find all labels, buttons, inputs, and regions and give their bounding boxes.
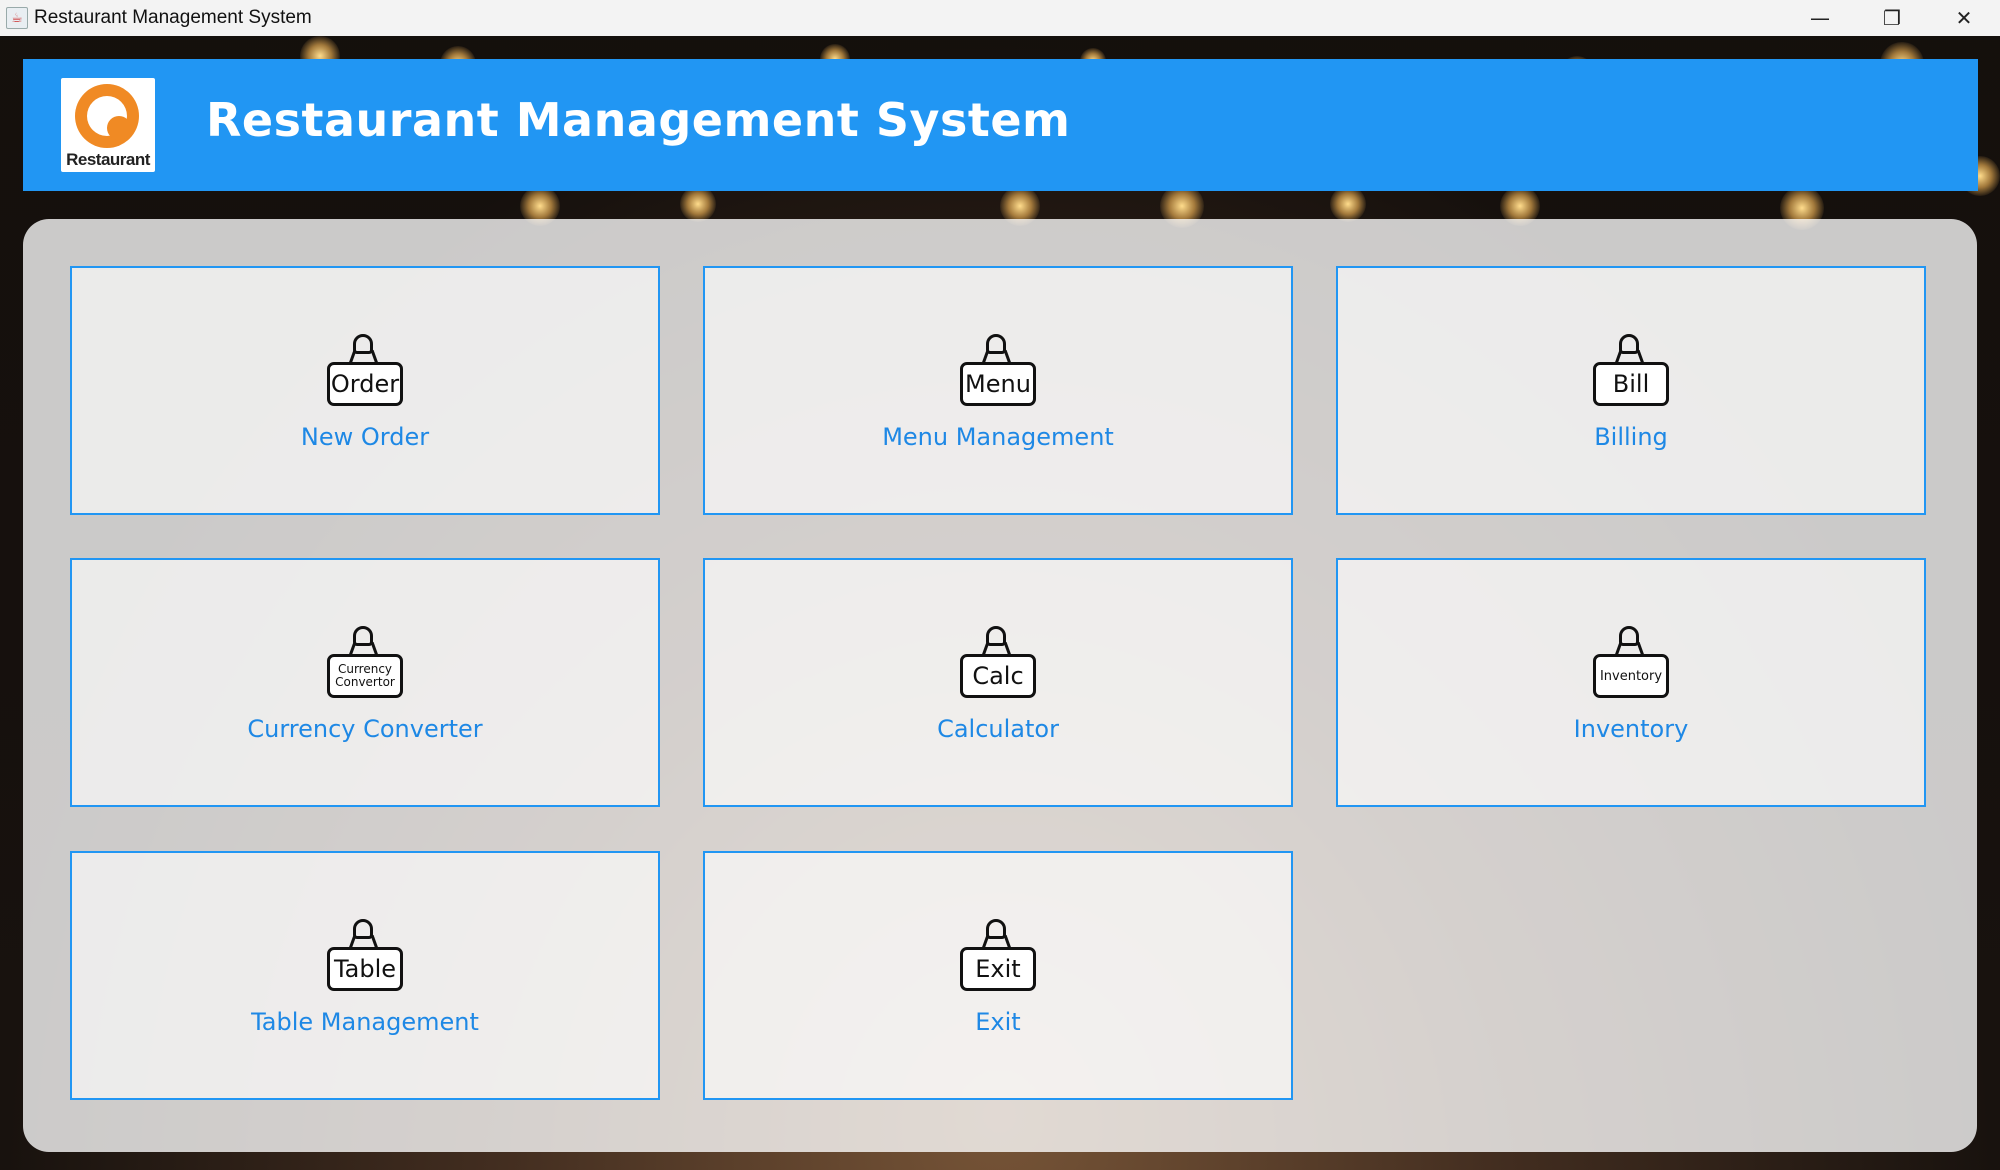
- tile-label: Exit: [975, 1008, 1021, 1036]
- inventory-button[interactable]: Inventory Inventory: [1336, 558, 1926, 807]
- tile-label: Currency Converter: [247, 715, 483, 743]
- currency-convertor-sign-icon: Currency Convertor: [327, 626, 403, 698]
- billing-button[interactable]: Bill Billing: [1336, 266, 1926, 515]
- minimize-icon[interactable]: —: [1784, 0, 1856, 36]
- bill-sign-icon: Bill: [1593, 334, 1669, 406]
- restaurant-logo: Restaurant: [61, 78, 155, 172]
- app-header: Restaurant Restaurant Management System: [23, 59, 1978, 191]
- tile-label: Inventory: [1573, 715, 1689, 743]
- tile-label: Table Management: [251, 1008, 479, 1036]
- tile-label: New Order: [300, 423, 430, 451]
- menu-sign-icon: Menu: [960, 334, 1036, 406]
- dashboard-panel: Order New Order Menu Menu Management Bil…: [23, 219, 1977, 1152]
- page-title: Restaurant Management System: [206, 93, 1071, 147]
- title-bar: ☕ Restaurant Management System — ❐ ✕: [0, 0, 2000, 36]
- java-app-icon: ☕: [6, 7, 28, 29]
- tile-label: Billing: [1594, 423, 1668, 451]
- calc-sign-icon: Calc: [960, 626, 1036, 698]
- order-sign-icon: Order: [327, 334, 403, 406]
- logo-text: Restaurant: [66, 150, 150, 169]
- tile-label: Calculator: [937, 715, 1059, 743]
- exit-sign-icon: Exit: [960, 919, 1036, 991]
- table-management-button[interactable]: Table Table Management: [70, 851, 660, 1100]
- background-scene: Restaurant Restaurant Management System …: [0, 36, 2000, 1170]
- currency-converter-button[interactable]: Currency Convertor Currency Converter: [70, 558, 660, 807]
- tile-label: Menu Management: [882, 423, 1114, 451]
- table-sign-icon: Table: [327, 919, 403, 991]
- new-order-button[interactable]: Order New Order: [70, 266, 660, 515]
- inventory-sign-icon: Inventory: [1593, 626, 1669, 698]
- exit-button[interactable]: Exit Exit: [703, 851, 1293, 1100]
- close-icon[interactable]: ✕: [1928, 0, 2000, 36]
- calculator-button[interactable]: Calc Calculator: [703, 558, 1293, 807]
- menu-management-button[interactable]: Menu Menu Management: [703, 266, 1293, 515]
- restore-icon[interactable]: ❐: [1856, 0, 1928, 36]
- window-controls: — ❐ ✕: [1784, 0, 2000, 36]
- window-title: Restaurant Management System: [34, 7, 312, 28]
